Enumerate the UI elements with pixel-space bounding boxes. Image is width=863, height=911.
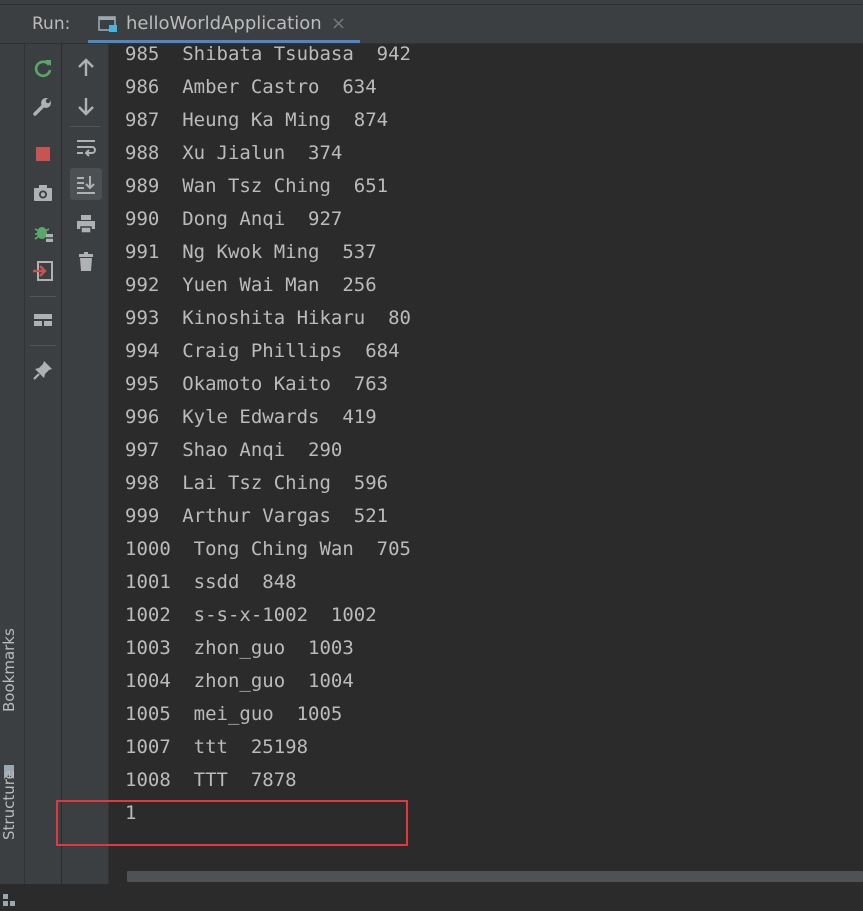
up-arrow-icon[interactable] (72, 54, 100, 82)
console-line: 993 Kinoshita Hikaru 80 (125, 307, 411, 329)
side-tool-stripe (0, 44, 25, 906)
console-line: 1007 ttt 25198 (125, 736, 309, 758)
console-line: 998 Lai Tsz Ching 596 (125, 472, 389, 494)
application-window-icon (98, 15, 118, 33)
console-line: 991 Ng Kwok Ming 537 (125, 241, 377, 263)
run-actions-toolbar (25, 44, 61, 884)
layout-icon[interactable] (29, 306, 57, 334)
scrollbar-thumb[interactable] (127, 871, 863, 882)
down-arrow-icon[interactable] (72, 92, 100, 120)
console-line: 1001 ssdd 848 (125, 571, 297, 593)
console-line: 999 Arthur Vargas 521 (125, 505, 389, 527)
toolbar-separator (30, 296, 56, 297)
trash-icon[interactable] (72, 248, 100, 276)
pin-icon[interactable] (29, 356, 57, 384)
console-line: 1000 Tong Ching Wan 705 (125, 538, 411, 560)
tab-title: helloWorldApplication (126, 13, 322, 34)
console-line: 995 Okamoto Kaito 763 (125, 373, 389, 395)
toolbar-separator (70, 126, 100, 127)
console-actions-toolbar (62, 44, 109, 884)
structure-icon (2, 892, 16, 906)
close-tab-icon[interactable]: × (331, 13, 346, 34)
console-line: 992 Yuen Wai Man 256 (125, 274, 377, 296)
console-line: 988 Xu Jialun 374 (125, 142, 343, 164)
run-label: Run: (32, 14, 71, 34)
toolbar-separator (30, 345, 56, 346)
print-icon[interactable] (72, 210, 100, 238)
console-line: 1008 TTT 7878 (125, 769, 297, 791)
run-toolbar-header: Run: helloWorldApplication × (0, 5, 863, 44)
exit-icon[interactable] (29, 257, 57, 285)
console-line: 987 Heung Ka Ming 874 (125, 109, 389, 131)
console-line: 989 Wan Tsz Ching 651 (125, 175, 389, 197)
camera-icon[interactable] (29, 179, 57, 207)
console-line: 985 Shibata Tsubasa 942 (125, 44, 411, 65)
console-line: 990 Dong Anqi 927 (125, 208, 343, 230)
debug-icon[interactable] (29, 218, 57, 246)
wrench-icon[interactable] (29, 92, 57, 120)
console-line: 997 Shao Anqi 290 (125, 439, 343, 461)
tab-hello-world-application[interactable]: helloWorldApplication × (88, 5, 360, 43)
horizontal-scrollbar[interactable] (127, 870, 863, 884)
console-line: 994 Craig Phillips 684 (125, 340, 400, 362)
bookmarks-tool-window-button[interactable]: Bookmarks (0, 628, 18, 712)
console-line: 1003 zhon_guo 1003 (125, 637, 354, 659)
console-output[interactable]: 985 Shibata Tsubasa 942 986 Amber Castro… (109, 44, 863, 870)
structure-tool-window-button[interactable]: Structure (0, 770, 18, 840)
rerun-icon[interactable] (29, 54, 57, 82)
stop-icon[interactable] (29, 140, 57, 168)
console-line: 1004 zhon_guo 1004 (125, 670, 354, 692)
soft-wrap-icon[interactable] (72, 133, 100, 161)
console-input-line[interactable]: 1 (125, 797, 136, 830)
scroll-to-end-icon[interactable] (70, 168, 102, 200)
console-line: 986 Amber Castro 634 (125, 76, 377, 98)
console-line: 996 Kyle Edwards 419 (125, 406, 377, 428)
console-line: 1002 s-s-x-1002 1002 (125, 604, 377, 626)
console-line: 1005 mei_guo 1005 (125, 703, 343, 725)
